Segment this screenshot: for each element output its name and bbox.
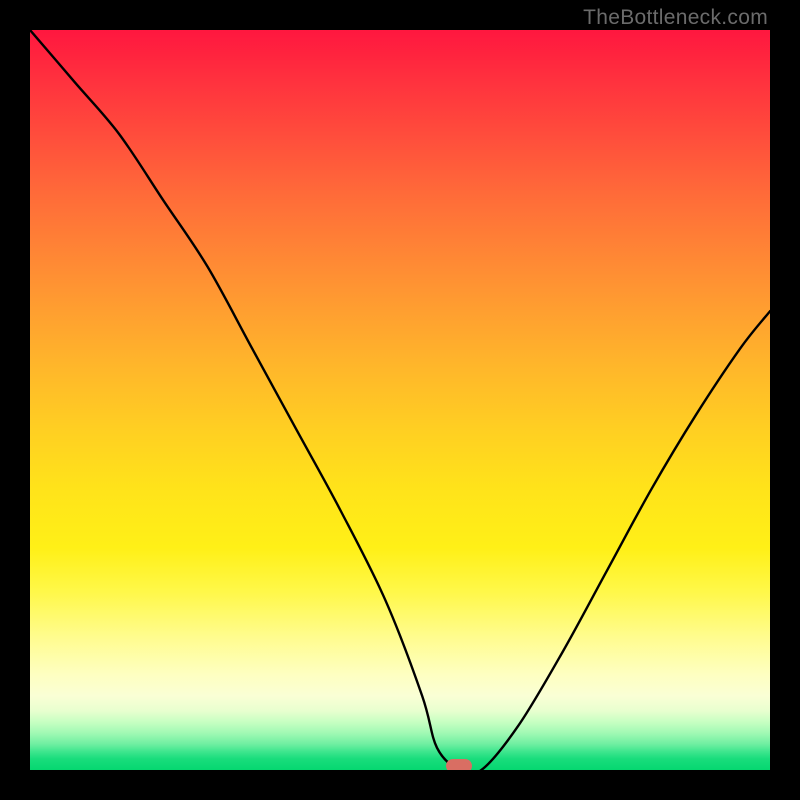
optimal-point-marker xyxy=(446,759,472,770)
chart-frame: TheBottleneck.com xyxy=(0,0,800,800)
plot-area xyxy=(30,30,770,770)
bottleneck-curve xyxy=(30,30,770,770)
watermark-text: TheBottleneck.com xyxy=(583,6,768,30)
